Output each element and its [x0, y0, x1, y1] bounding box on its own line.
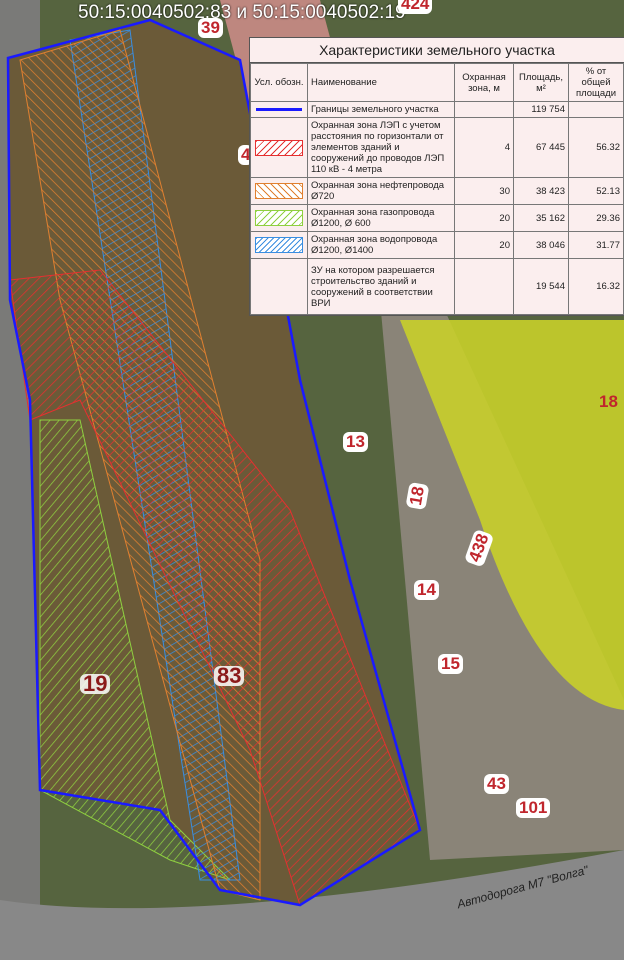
parcel-label[interactable]: 83 — [214, 665, 245, 687]
header-zone: Охранная зона, м — [454, 63, 514, 102]
parcel-label[interactable]: 15 — [438, 654, 463, 674]
parcel-label[interactable]: 19 — [80, 673, 111, 695]
row-name: ЗУ на котором разрешается строительство … — [307, 258, 455, 315]
row-zone: 30 — [454, 177, 514, 205]
legend-row: ЗУ на котором разрешается строительство … — [250, 258, 624, 315]
header-name: Наименование — [307, 63, 455, 102]
legend-row: Охранная зона водопровода Ø1200, Ø1400 20… — [250, 231, 624, 259]
row-percent: 16.32 — [568, 258, 624, 315]
row-zone: 20 — [454, 204, 514, 232]
row-area: 38 423 — [513, 177, 569, 205]
red-hatch-icon — [255, 139, 303, 156]
map-title: 50:15:0040502:83 и 50:15:0040502:19 — [78, 2, 406, 23]
row-name: Охранная зона нефтепровода Ø720 — [307, 177, 455, 205]
parcel-label[interactable]: 13 — [343, 432, 368, 452]
boundary-line-icon — [256, 108, 302, 111]
parcel-label[interactable]: 101 — [516, 798, 551, 818]
row-name: Границы земельного участка — [307, 101, 455, 118]
orange-hatch-icon — [255, 183, 303, 199]
row-percent: 56.32 — [568, 117, 624, 178]
row-percent: 52.13 — [568, 177, 624, 205]
row-area: 119 754 — [513, 101, 569, 118]
legend-row: Охранная зона ЛЭП с учетом расстояния по… — [250, 117, 624, 178]
green-hatch-icon — [255, 210, 303, 226]
row-name: Охранная зона газопровода Ø1200, Ø 600 — [307, 204, 455, 232]
parcel-label[interactable]: 18 — [596, 392, 621, 412]
row-name: Охранная зона водопровода Ø1200, Ø1400 — [307, 231, 455, 259]
header-percent: % от общей площади — [568, 63, 624, 102]
row-area: 35 162 — [513, 204, 569, 232]
row-area: 38 046 — [513, 231, 569, 259]
parcel-label[interactable]: 43 — [484, 774, 509, 794]
row-area: 19 544 — [513, 258, 569, 315]
row-zone: 4 — [454, 117, 514, 178]
header-symbol: Усл. обозн. — [250, 63, 308, 102]
row-zone: 20 — [454, 231, 514, 259]
legend-row: Охранная зона нефтепровода Ø720 30 38 423 5… — [250, 177, 624, 205]
row-zone — [454, 101, 514, 118]
parcel-label[interactable]: 39 — [198, 18, 223, 38]
row-percent: 29.36 — [568, 204, 624, 232]
legend-row: Охранная зона газопровода Ø1200, Ø 600 20… — [250, 204, 624, 232]
row-area: 67 445 — [513, 117, 569, 178]
row-name: Охранная зона ЛЭП с учетом расстояния по… — [307, 117, 455, 178]
header-area: Площадь, м² — [513, 63, 569, 102]
parcel-label[interactable]: 14 — [414, 580, 439, 600]
legend-table: Характеристики земельного участка Усл. о… — [249, 37, 624, 316]
row-zone — [454, 258, 514, 315]
parcel-label[interactable]: 424 — [398, 0, 433, 14]
row-percent: 31.77 — [568, 231, 624, 259]
legend-row: Границы земельного участка 119 754 — [250, 101, 624, 118]
legend-title: Характеристики земельного участка — [250, 38, 624, 63]
blue-hatch-icon — [255, 237, 303, 253]
row-percent — [568, 101, 624, 118]
